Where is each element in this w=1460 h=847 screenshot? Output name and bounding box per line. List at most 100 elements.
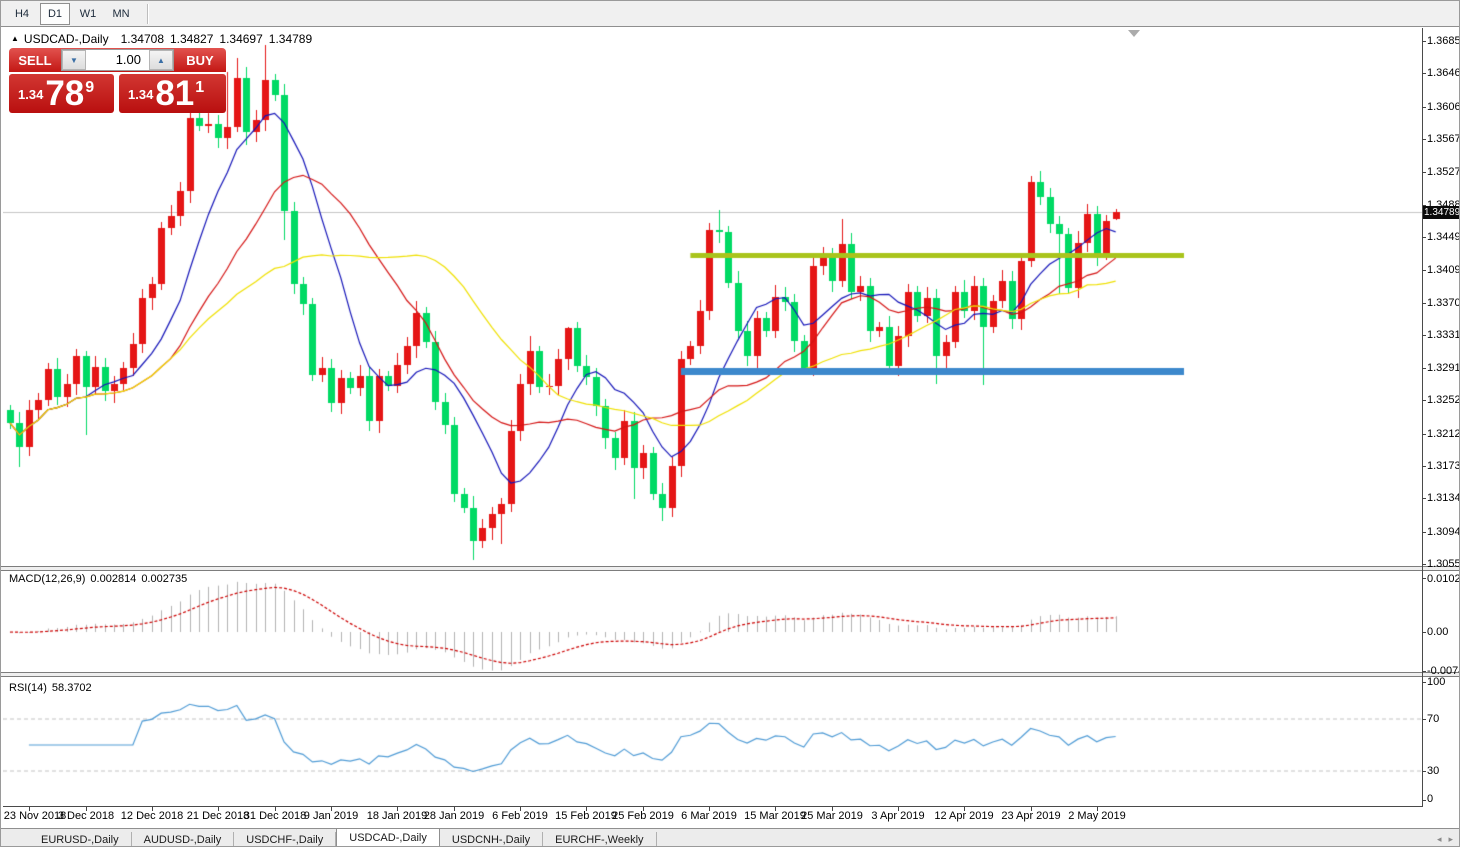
price-axis-tick — [1422, 400, 1426, 401]
rsi-indicator-canvas[interactable] — [3, 677, 1422, 805]
indicator-axis-label: 0.010229 — [1427, 573, 1460, 585]
time-axis-label: 23 Apr 2019 — [1001, 810, 1060, 822]
time-axis-label: 15 Mar 2019 — [744, 810, 806, 822]
volume-input[interactable]: 1.00 — [86, 50, 149, 70]
price-axis-tick — [1422, 172, 1426, 173]
price-axis-label: 1.32120 — [1427, 428, 1460, 440]
buy-price-big: 81 — [155, 74, 194, 113]
price-axis-label: 1.36060 — [1427, 101, 1460, 113]
price-axis-label: 1.32910 — [1427, 362, 1460, 374]
chart-tab-usdcad[interactable]: USDCAD-,Daily — [336, 828, 440, 847]
price-axis-label: 1.33700 — [1427, 297, 1460, 309]
time-axis-line — [3, 806, 1422, 807]
time-axis-label: 12 Apr 2019 — [934, 810, 993, 822]
time-axis-label: 6 Feb 2019 — [492, 810, 548, 822]
ohlc-high: 1.34827 — [170, 32, 213, 46]
volume-spinner[interactable]: ▼ 1.00 ▲ — [61, 49, 174, 71]
ohlc-open: 1.34708 — [121, 32, 164, 46]
price-axis-tick — [1422, 139, 1426, 140]
chart-tab-eurusd[interactable]: EURUSD-,Daily — [29, 832, 132, 847]
time-axis-label: 21 Dec 2018 — [187, 810, 249, 822]
price-axis-label: 1.36460 — [1427, 67, 1460, 79]
ohlc-close: 1.34789 — [269, 32, 312, 46]
time-axis-label: 31 Dec 2018 — [244, 810, 306, 822]
chart-tab-usdcnh[interactable]: USDCNH-,Daily — [440, 832, 543, 847]
timeframe-toolbar: H4D1W1MN — [1, 1, 1460, 27]
indicator-axis-label: 30 — [1427, 765, 1439, 777]
chart-tab-bar: EURUSD-,DailyAUDUSD-,DailyUSDCHF-,DailyU… — [1, 828, 1460, 847]
time-axis-label: 28 Jan 2019 — [424, 810, 485, 822]
chevron-up-icon: ▲ — [157, 56, 165, 65]
timeframe-button-mn[interactable]: MN — [106, 3, 136, 25]
symbol-marker-icon: ▲ — [11, 34, 19, 43]
chart-tab-usdchf[interactable]: USDCHF-,Daily — [234, 832, 336, 847]
price-axis-tick — [1422, 237, 1426, 238]
mt4-window: H4D1W1MN ▲ USDCAD-,Daily 1.34708 1.34827 1.3… — [0, 0, 1460, 847]
macd-indicator-canvas[interactable] — [3, 571, 1422, 671]
chart-tab-audusd[interactable]: AUDUSD-,Daily — [132, 832, 235, 847]
indicator-axis-label: 100 — [1427, 676, 1445, 688]
buy-price-display[interactable]: 1.34811 — [119, 74, 226, 113]
chart-title: ▲ USDCAD-,Daily 1.34708 1.34827 1.34697 1.347… — [11, 32, 318, 46]
time-axis-label: 18 Jan 2019 — [367, 810, 428, 822]
time-axis-label: 9 Jan 2019 — [304, 810, 358, 822]
tab-scroll-left-icon[interactable]: ◂ — [1437, 834, 1442, 844]
pane-splitter[interactable] — [1, 566, 1460, 571]
chart-tabs: EURUSD-,DailyAUDUSD-,DailyUSDCHF-,DailyU… — [29, 828, 657, 847]
current-price-tag: 1.34789 — [1423, 206, 1460, 219]
time-axis-label: 3 Dec 2018 — [58, 810, 114, 822]
time-axis-label: 23 Nov 2018 — [4, 810, 66, 822]
rsi-name: RSI(14) — [9, 682, 47, 694]
price-axis-tick — [1422, 303, 1426, 304]
price-axis-tick — [1422, 107, 1426, 108]
chart-shift-marker-icon[interactable] — [1128, 30, 1140, 37]
timeframe-button-w1[interactable]: W1 — [73, 3, 103, 25]
indicator-axis-label: 0 — [1427, 793, 1433, 805]
indicator-axis-tick — [1422, 771, 1426, 772]
chart-symbol-label: USDCAD-,Daily — [24, 32, 109, 46]
sell-price-display[interactable]: 1.34789 — [9, 74, 114, 113]
indicator-axis-label: 70 — [1427, 713, 1439, 725]
rsi-value: 58.3702 — [52, 682, 92, 694]
price-axis-label: 1.30940 — [1427, 526, 1460, 538]
price-axis-label: 1.35270 — [1427, 166, 1460, 178]
trade-panel-top-row: SELL ▼ 1.00 ▲ BUY — [9, 48, 226, 72]
price-axis-label: 1.34090 — [1427, 264, 1460, 276]
price-axis-tick — [1422, 270, 1426, 271]
price-axis-label: 1.33310 — [1427, 329, 1460, 341]
tab-scroll-right-icon[interactable]: ▸ — [1448, 834, 1453, 844]
indicator-axis-tick — [1422, 682, 1426, 683]
chart-tab-eurchf[interactable]: EURCHF-,Weekly — [543, 832, 656, 847]
timeframe-button-h4[interactable]: H4 — [7, 3, 37, 25]
indicator-axis-tick — [1422, 578, 1426, 579]
indicator-axis-tick — [1422, 671, 1426, 672]
price-axis-label: 1.31730 — [1427, 460, 1460, 472]
one-click-trading-panel: SELL ▼ 1.00 ▲ BUY 1.34789 1.34811 — [9, 48, 226, 113]
time-axis-label: 15 Feb 2019 — [555, 810, 617, 822]
price-axis-label: 1.36850 — [1427, 35, 1460, 47]
pane-splitter[interactable] — [1, 672, 1460, 677]
rsi-label: RSI(14) 58.3702 — [9, 682, 97, 694]
price-axis-tick — [1422, 532, 1426, 533]
price-axis-line — [1422, 28, 1423, 807]
time-axis-label: 25 Mar 2019 — [801, 810, 863, 822]
time-axis-label: 3 Apr 2019 — [871, 810, 924, 822]
price-axis-tick — [1422, 73, 1426, 74]
price-axis-tick — [1422, 41, 1426, 42]
price-axis-label: 1.30550 — [1427, 558, 1460, 570]
buy-price-pip: 1 — [195, 79, 204, 97]
buy-button[interactable]: BUY — [174, 53, 226, 68]
sell-button[interactable]: SELL — [9, 53, 61, 68]
buy-price-small: 1.34 — [128, 87, 153, 102]
indicator-axis-tick — [1422, 719, 1426, 720]
timeframe-button-d1[interactable]: D1 — [40, 3, 70, 25]
ohlc-low: 1.34697 — [219, 32, 262, 46]
tab-scroll-arrows: ◂▸ — [1430, 834, 1453, 845]
indicator-axis-tick — [1422, 632, 1426, 633]
indicator-axis-tick — [1422, 800, 1426, 801]
sell-price-small: 1.34 — [18, 87, 43, 102]
indicator-axis-label: 0.00 — [1427, 626, 1448, 638]
volume-increase-button[interactable]: ▲ — [149, 50, 173, 70]
time-axis-label: 2 May 2019 — [1068, 810, 1125, 822]
volume-decrease-button[interactable]: ▼ — [62, 50, 86, 70]
